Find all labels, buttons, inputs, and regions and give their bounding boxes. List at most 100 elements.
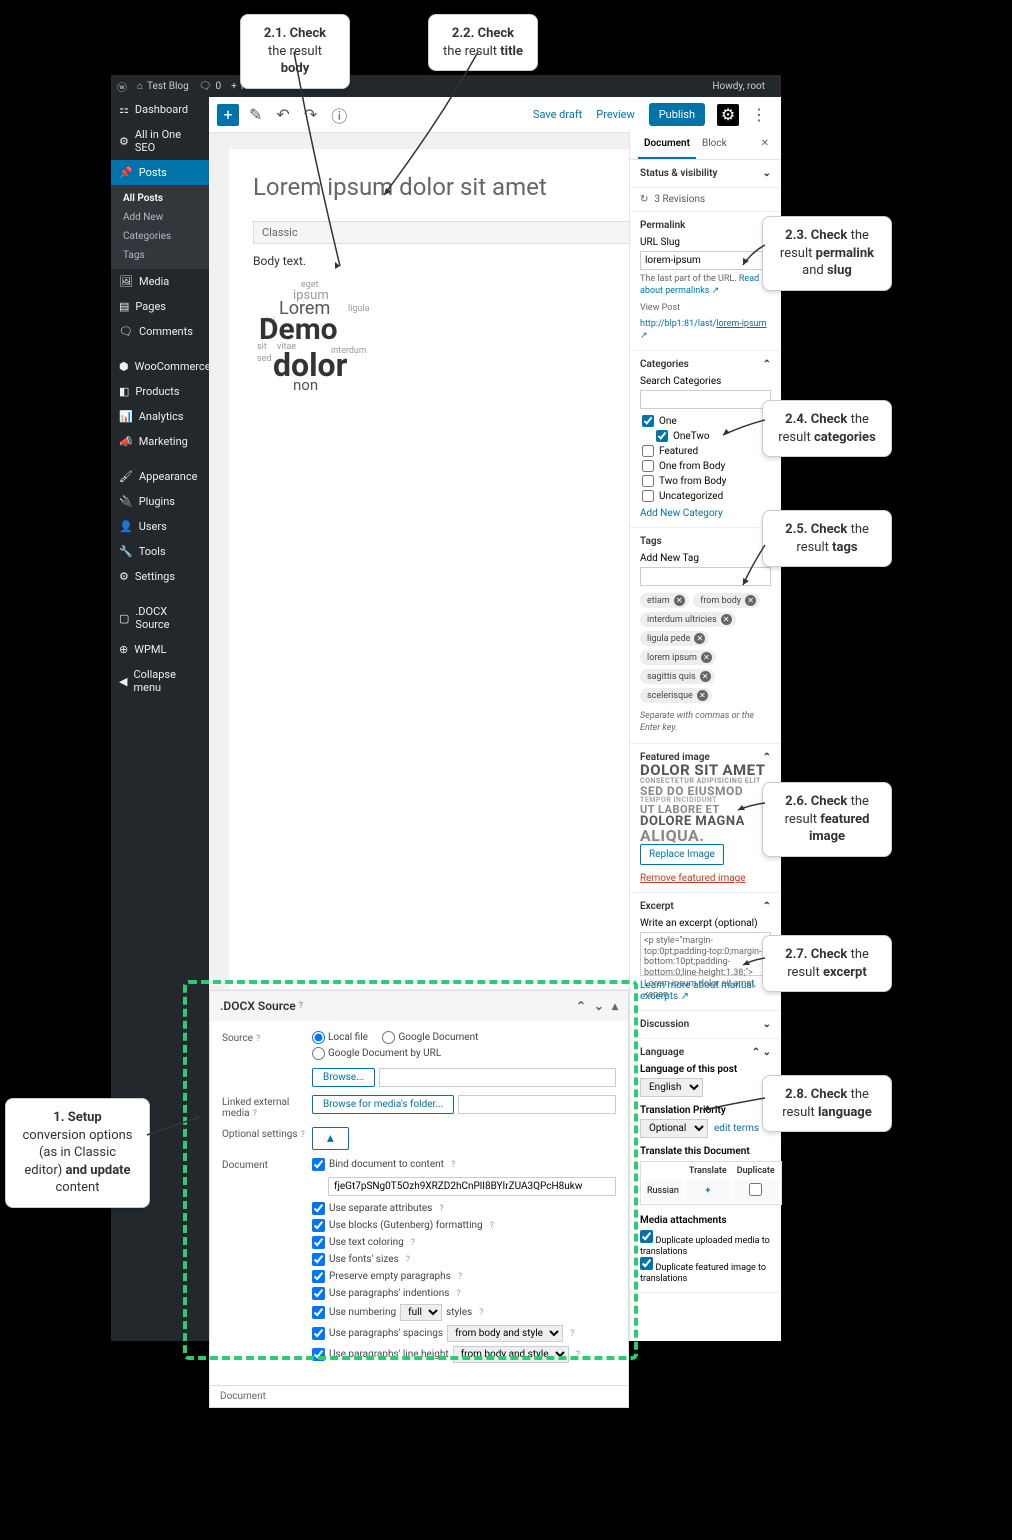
add-category-link[interactable]: Add New Category <box>640 508 723 519</box>
source-local-radio[interactable]: Local file <box>312 1031 368 1044</box>
use-blocks-checkbox[interactable] <box>312 1219 325 1232</box>
panel-down-icon[interactable]: ⌄ <box>594 999 604 1013</box>
tag-chip[interactable]: etiam✕ <box>640 593 689 608</box>
browse-media-button[interactable]: Browse for media's folder... <box>312 1095 454 1114</box>
tab-block[interactable]: Block <box>696 130 733 159</box>
lineheight-select[interactable]: from body and style <box>453 1346 569 1363</box>
menu-wpml[interactable]: ⊕ WPML <box>111 637 209 662</box>
lineheight-checkbox[interactable] <box>312 1348 325 1361</box>
wp-logo-icon[interactable]: ⓦ <box>117 79 127 94</box>
menu-marketing[interactable]: 📣 Marketing <box>111 429 209 454</box>
remove-tag-icon[interactable]: ✕ <box>674 595 685 606</box>
excerpt-panel-header[interactable]: Excerpt⌃ <box>640 901 771 912</box>
category-onetwo[interactable]: OneTwo <box>640 430 771 442</box>
language-select[interactable]: English <box>640 1078 703 1097</box>
search-categories-input[interactable] <box>640 390 771 409</box>
remove-tag-icon[interactable]: ✕ <box>745 595 756 606</box>
panel-up-icon[interactable]: ⌃ <box>576 999 586 1013</box>
remove-tag-icon[interactable]: ✕ <box>721 614 732 625</box>
menu-posts[interactable]: 📌 Posts <box>111 160 209 185</box>
excerpt-help-link[interactable]: Learn more about manual excerpts ↗ <box>640 980 754 1002</box>
featured-image-preview[interactable]: DOLOR SIT AMET CONSECTETUR ADIPISICING E… <box>640 769 771 839</box>
menu-analytics[interactable]: 📊 Analytics <box>111 404 209 429</box>
menu-collapse[interactable]: ◀ Collapse menu <box>111 662 209 700</box>
dup-media-checkbox[interactable] <box>640 1230 653 1243</box>
discussion-panel-header[interactable]: Discussion⌄ <box>640 1019 771 1030</box>
category-uncategorized[interactable]: Uncategorized <box>640 490 771 502</box>
menu-aioseo[interactable]: ⚙ All in One SEO <box>111 122 209 160</box>
font-sizes-checkbox[interactable] <box>312 1253 325 1266</box>
add-tag-input[interactable] <box>640 567 771 586</box>
tag-chip[interactable]: sagittis quis✕ <box>640 669 715 684</box>
panel-toggle-icon[interactable]: ▴ <box>612 999 618 1013</box>
duplicate-checkbox[interactable] <box>749 1183 762 1196</box>
dup-featured-checkbox[interactable] <box>640 1257 653 1270</box>
edit-mode-icon[interactable]: ✎ <box>245 103 266 126</box>
menu-media[interactable]: 🖼 Media <box>111 269 209 294</box>
tags-panel-header[interactable]: Tags⌃ <box>640 536 771 547</box>
indentions-checkbox[interactable] <box>312 1287 325 1300</box>
remove-tag-icon[interactable]: ✕ <box>701 652 712 663</box>
save-draft-button[interactable]: Save draft <box>533 108 582 121</box>
tag-chip[interactable]: from body✕ <box>693 593 760 608</box>
optional-settings-toggle[interactable]: ▴ <box>312 1127 349 1150</box>
status-panel-header[interactable]: Status & visibility⌄ <box>640 168 771 179</box>
tag-chip[interactable]: scelerisque✕ <box>640 688 712 703</box>
menu-users[interactable]: 👤 Users <box>111 514 209 539</box>
remove-tag-icon[interactable]: ✕ <box>700 671 711 682</box>
doc-id-input[interactable] <box>328 1177 616 1196</box>
replace-image-button[interactable]: Replace Image <box>640 844 724 865</box>
categories-panel-header[interactable]: Categories⌃ <box>640 359 771 370</box>
menu-tools[interactable]: 🔧 Tools <box>111 539 209 564</box>
permalink-url-link[interactable]: http://blp1:81/last/lorem-ipsum ↗ <box>640 319 766 341</box>
menu-dashboard[interactable]: ⚏ Dashboard <box>111 97 209 122</box>
spacings-select[interactable]: from body and style <box>447 1325 563 1342</box>
url-slug-input[interactable] <box>640 251 771 270</box>
submenu-all-posts[interactable]: All Posts <box>111 189 209 208</box>
separate-attrs-checkbox[interactable] <box>312 1202 325 1215</box>
priority-select[interactable]: Optional <box>640 1119 708 1138</box>
edit-terms-link[interactable]: edit terms <box>714 1123 759 1134</box>
language-panel-header[interactable]: Language⌃ ⌄ <box>640 1047 771 1058</box>
submenu-add-new[interactable]: Add New <box>111 208 209 227</box>
comments-count[interactable]: 🗨 0 <box>199 81 221 92</box>
file-path-input[interactable] <box>379 1068 616 1087</box>
spacings-checkbox[interactable] <box>312 1327 325 1340</box>
revisions-link[interactable]: ↻ 3 Revisions <box>630 188 781 212</box>
source-gdoc-radio[interactable]: Google Document <box>382 1031 478 1044</box>
tab-document[interactable]: Document <box>638 130 696 159</box>
redo-icon[interactable]: ↷ <box>300 103 321 126</box>
tag-chip[interactable]: ligula pede✕ <box>640 631 709 646</box>
docx-panel-header[interactable]: .DOCX Source? ⌃⌄▴ <box>210 991 628 1021</box>
remove-tag-icon[interactable]: ✕ <box>697 690 708 701</box>
remove-tag-icon[interactable]: ✕ <box>694 633 705 644</box>
howdy-user[interactable]: Howdy, root <box>712 81 765 92</box>
menu-pages[interactable]: ▤ Pages <box>111 294 209 319</box>
menu-comments[interactable]: 🗨 Comments <box>111 319 209 344</box>
menu-settings[interactable]: ⚙ Settings <box>111 564 209 589</box>
menu-products[interactable]: ◧ Products <box>111 379 209 404</box>
text-coloring-checkbox[interactable] <box>312 1236 325 1249</box>
menu-plugins[interactable]: 🔌 Plugins <box>111 489 209 514</box>
numbering-checkbox[interactable] <box>312 1306 325 1319</box>
submenu-tags[interactable]: Tags <box>111 246 209 265</box>
media-path-input[interactable] <box>458 1095 616 1114</box>
publish-button[interactable]: Publish <box>649 103 705 126</box>
info-icon[interactable]: ⓘ <box>327 101 351 129</box>
help-icon[interactable]: ? <box>299 1001 303 1011</box>
remove-featured-image-link[interactable]: Remove featured image <box>640 873 746 884</box>
bind-doc-checkbox[interactable] <box>312 1158 325 1171</box>
menu-woocommerce[interactable]: ⬢ WooCommerce <box>111 354 209 379</box>
category-one-from-body[interactable]: One from Body <box>640 460 771 472</box>
browse-file-button[interactable]: Browse... <box>312 1068 375 1087</box>
category-one[interactable]: One <box>640 415 771 427</box>
site-name[interactable]: ⌂ Test Blog <box>137 81 189 92</box>
numbering-select[interactable]: full <box>400 1304 442 1321</box>
tag-chip[interactable]: interdum ultricies✕ <box>640 612 736 627</box>
menu-docx-source[interactable]: ▢ .DOCX Source <box>111 599 209 637</box>
source-gurl-radio[interactable]: Google Document by URL <box>312 1047 441 1060</box>
undo-icon[interactable]: ↶ <box>272 103 293 126</box>
close-inspector-icon[interactable]: ✕ <box>757 130 773 159</box>
more-options-icon[interactable]: ⋮ <box>745 105 773 124</box>
translate-add-icon[interactable]: + <box>685 1180 731 1202</box>
